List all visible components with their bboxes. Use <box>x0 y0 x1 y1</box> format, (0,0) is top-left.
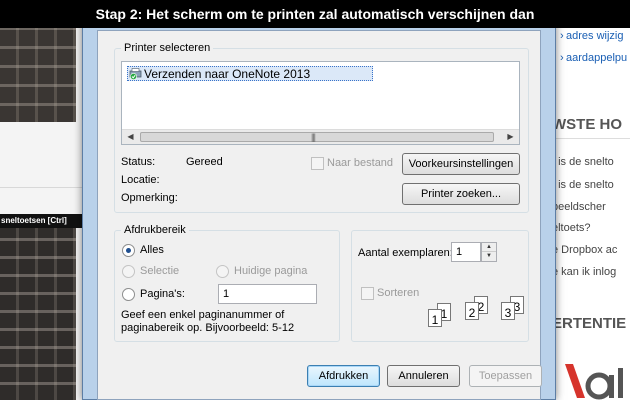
printer-ready-icon <box>129 67 142 80</box>
comment-label: Opmerking: <box>121 192 178 204</box>
site-logo-icon <box>565 364 623 400</box>
pages-hint-text: Geef een enkel paginanummer of paginaber… <box>121 309 295 334</box>
keyboard-photo-caption: sneltoetsen [Ctrl] <box>0 214 82 228</box>
sidebar-item-3[interactable]: beeldscher <box>552 201 606 213</box>
background-right-sidebar: › adres wijzig › aardappelpu WSTE HO t is … <box>552 0 630 400</box>
apply-button[interactable]: Toepassen <box>469 365 542 387</box>
scroll-grip-icon: ||| <box>311 132 316 142</box>
print-range-group-title: Afdrukbereik <box>121 224 189 236</box>
scrollbar-thumb[interactable]: ||| <box>140 132 494 142</box>
range-current-page-label: Huidige pagina <box>234 265 308 277</box>
print-button[interactable]: Afdrukken <box>307 365 380 387</box>
sidebar-heading-ads: ERTENTIE <box>552 315 627 332</box>
scroll-right-icon[interactable]: ▶ <box>503 130 518 144</box>
collate-label: Sorteren <box>377 287 420 299</box>
cancel-button[interactable]: Annuleren <box>387 365 460 387</box>
print-to-file-checkbox[interactable] <box>311 157 324 170</box>
scroll-left-icon[interactable]: ◀ <box>123 130 138 144</box>
instruction-banner: Stap 2: Het scherm om te printen zal aut… <box>0 0 630 28</box>
collate-page: 1 <box>428 309 442 327</box>
printer-list-horizontal-scrollbar[interactable]: ◀ ||| ▶ <box>122 129 519 144</box>
sidebar-item-4[interactable]: eltoets? <box>552 222 591 234</box>
sidebar-link-2[interactable]: › aardappelpu <box>560 52 627 64</box>
range-pages-label: Pagina's: <box>140 288 185 300</box>
keyboard-photo-bottom <box>0 228 76 400</box>
sidebar-link-1[interactable]: › adres wijzig <box>560 30 623 42</box>
range-pages-radio[interactable] <box>122 288 135 301</box>
printer-item-onenote[interactable]: Verzenden naar OneNote 2013 <box>127 66 373 81</box>
location-label: Locatie: <box>121 174 160 186</box>
sidebar-item-5[interactable]: e Dropbox ac <box>552 244 617 256</box>
printer-group-title: Printer selecteren <box>121 42 214 54</box>
background-divider <box>0 187 82 188</box>
copies-input[interactable]: 1 <box>451 242 481 262</box>
sidebar-item-1[interactable]: t is de snelto <box>552 156 614 168</box>
sidebar-item-2[interactable]: t is de snelto <box>552 179 614 191</box>
copies-label: Aantal exemplaren: <box>358 247 453 259</box>
spin-up-icon[interactable]: ▲ <box>482 243 496 252</box>
background-left-column: sneltoetsen [Ctrl] <box>0 0 82 400</box>
sidebar-heading-popular: WSTE HO <box>552 116 622 133</box>
range-selection-label: Selectie <box>140 265 180 277</box>
find-printer-button[interactable]: Printer zoeken... <box>402 183 520 205</box>
collate-page: 3 <box>501 302 515 320</box>
spin-down-icon[interactable]: ▼ <box>482 252 496 261</box>
sidebar-heading-underline <box>552 138 630 139</box>
pages-input[interactable]: 1 <box>218 284 317 304</box>
copies-spinner[interactable]: ▲ ▼ <box>481 242 497 262</box>
sidebar-link-text: aardappelpu <box>566 52 628 64</box>
range-all-label: Alles <box>140 244 164 256</box>
printer-list[interactable]: Verzenden naar OneNote 2013 ◀ ||| ▶ <box>121 61 520 145</box>
range-current-page-radio[interactable] <box>216 265 229 278</box>
printer-item-label: Verzenden naar OneNote 2013 <box>144 66 311 81</box>
print-to-file-label: Naar bestand <box>327 157 394 169</box>
status-value: Gereed <box>186 156 223 168</box>
sidebar-link-text: adres wijzig <box>566 30 624 42</box>
preferences-button[interactable]: Voorkeursinstellingen <box>402 153 520 175</box>
range-all-radio[interactable] <box>122 244 135 257</box>
range-selection-radio[interactable] <box>122 265 135 278</box>
sidebar-item-6[interactable]: e kan ik inlog <box>552 266 616 278</box>
collate-page: 2 <box>465 302 479 320</box>
status-label: Status: <box>121 156 156 168</box>
collate-checkbox[interactable] <box>361 287 374 300</box>
